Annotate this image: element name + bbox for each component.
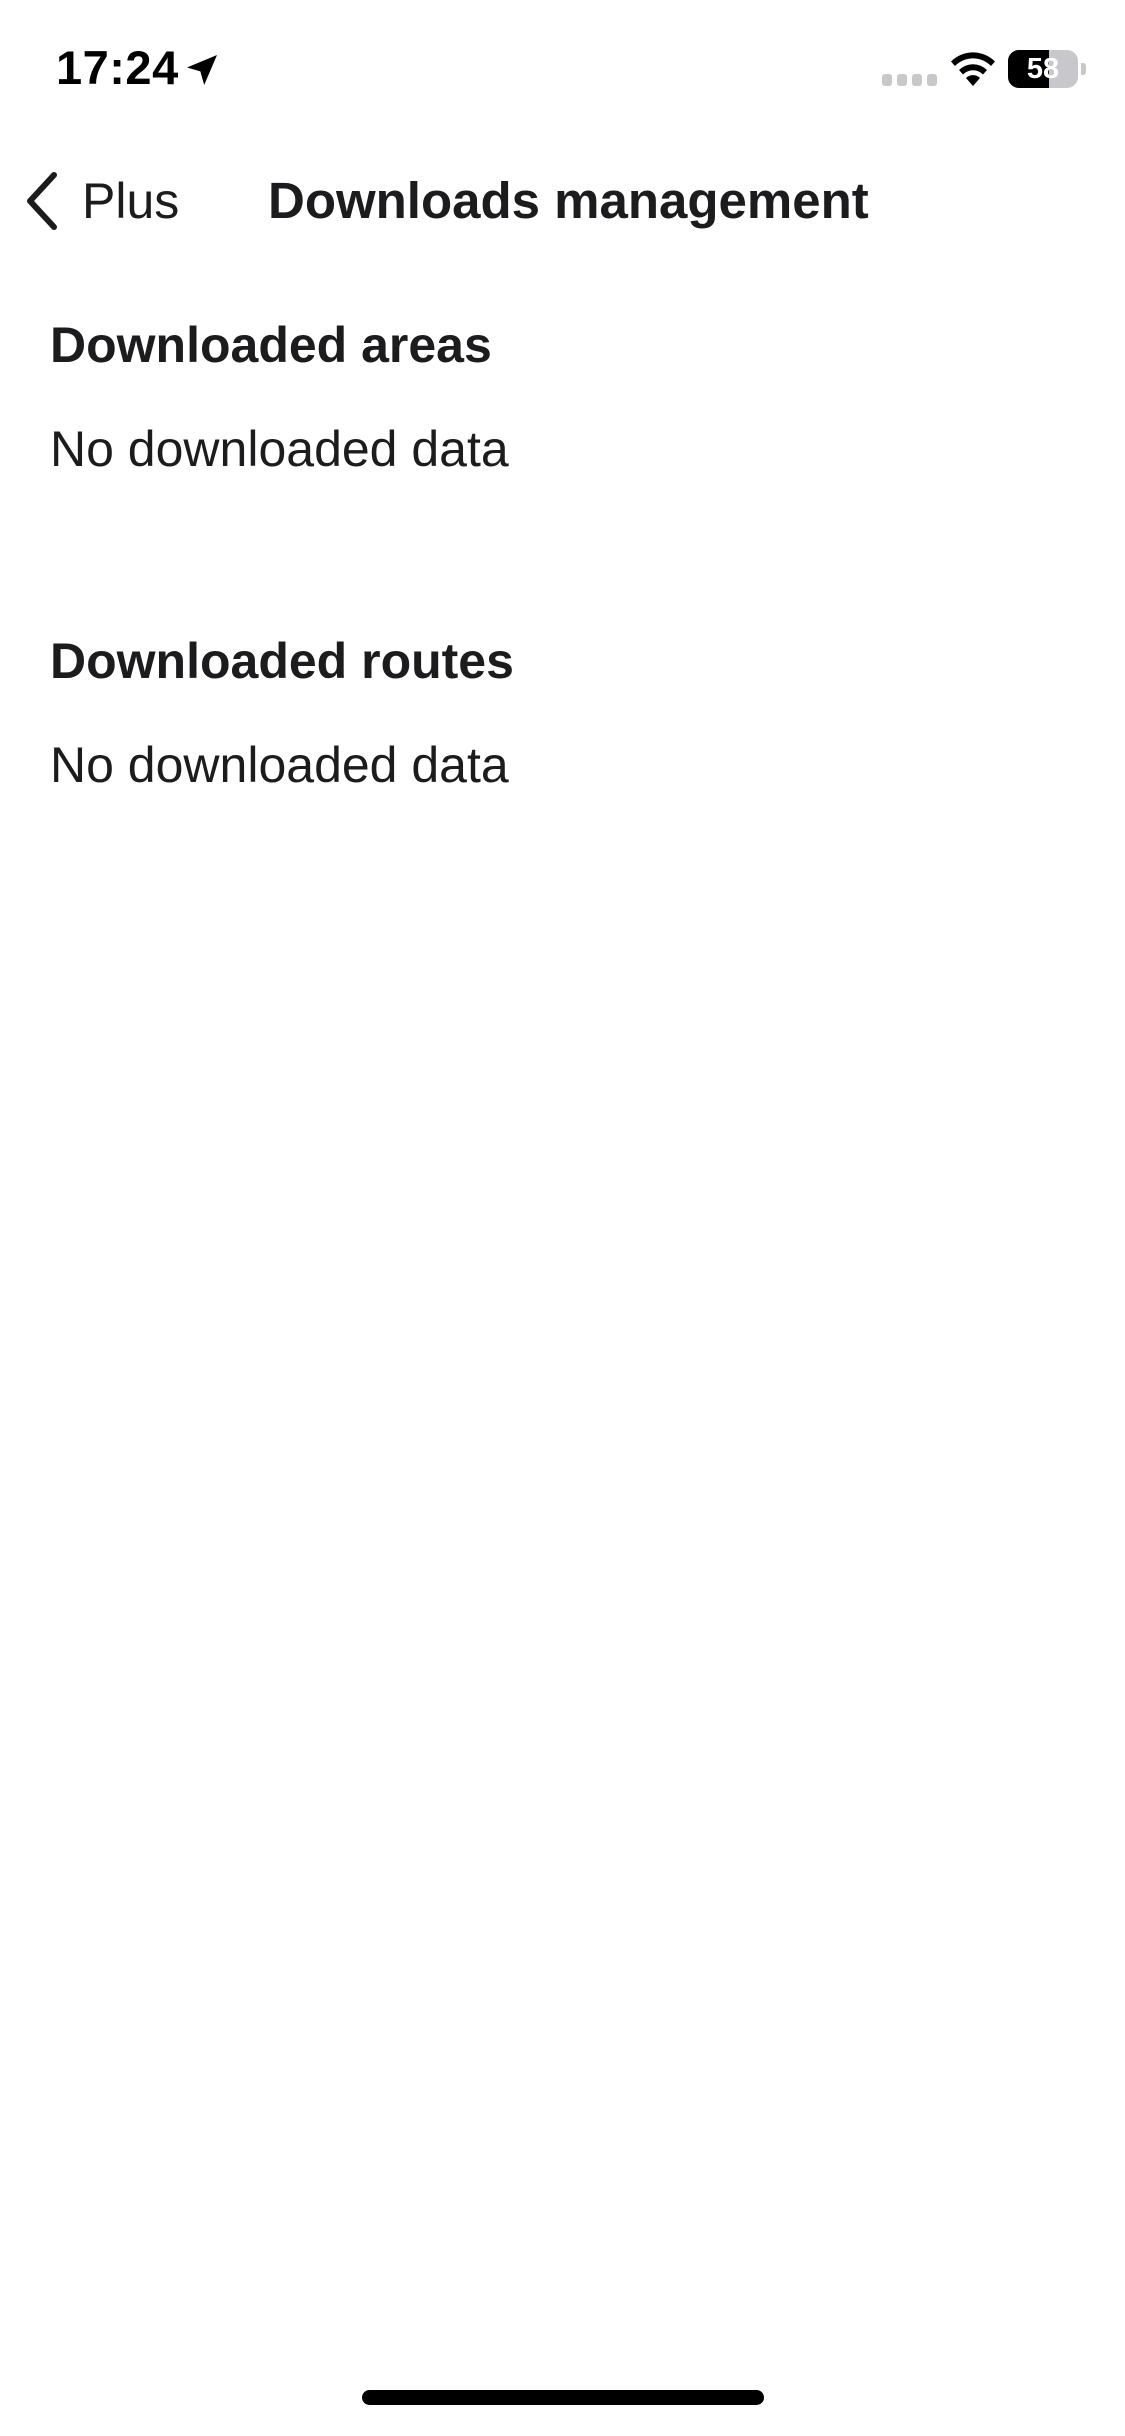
battery-body: 58	[1008, 50, 1078, 88]
downloaded-routes-section: Downloaded routes No downloaded data	[50, 626, 1075, 800]
chevron-left-icon	[27, 172, 57, 230]
downloads-content: Downloaded areas No downloaded data Down…	[50, 310, 1075, 800]
downloaded-routes-empty-text: No downloaded data	[50, 737, 509, 793]
navigation-bar: Plus Downloads management	[0, 150, 1125, 250]
status-time: 17:24	[56, 41, 179, 94]
back-label: Plus	[82, 173, 180, 229]
downloaded-areas-empty-text: No downloaded data	[50, 421, 509, 477]
battery-icon: 58	[1008, 50, 1088, 88]
battery-level: 58	[1026, 53, 1060, 85]
section-title-downloaded-routes: Downloaded routes	[50, 633, 514, 689]
home-indicator[interactable]	[362, 2390, 764, 2405]
status-bar: 17:24 58	[0, 0, 1125, 140]
section-title-downloaded-areas: Downloaded areas	[50, 317, 492, 373]
battery-cap	[1081, 63, 1086, 75]
back-button[interactable]: Plus	[22, 166, 179, 236]
location-arrow-icon	[187, 55, 217, 85]
downloaded-areas-section: Downloaded areas No downloaded data	[50, 310, 1075, 484]
page-title: Downloads management	[268, 172, 869, 229]
cellular-signal-icon	[882, 74, 937, 86]
wifi-icon	[951, 52, 995, 86]
